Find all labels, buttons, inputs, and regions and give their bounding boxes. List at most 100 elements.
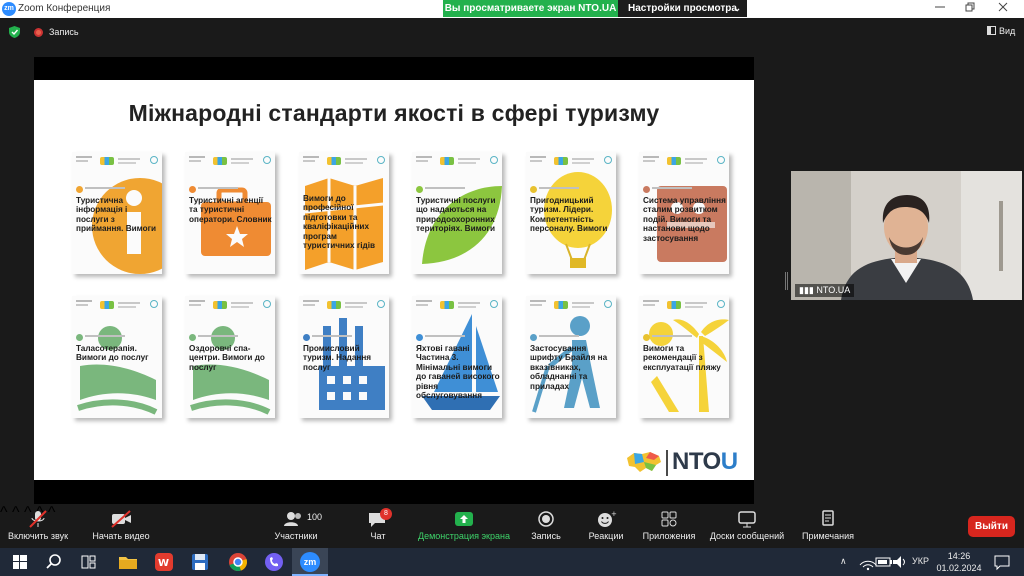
- participant-video[interactable]: ▮▮▮ NTO.UA: [791, 171, 1022, 300]
- svg-text:+: +: [611, 510, 617, 518]
- standard-card-text: Таласотерапія. Вимоги до послуг: [76, 344, 149, 363]
- viber-icon[interactable]: [262, 551, 286, 573]
- standard-card-text: Вимоги та рекомендації з експлуатації пл…: [643, 344, 721, 372]
- logo-text: NTO: [672, 448, 721, 475]
- nto-logo: NTOU: [626, 447, 741, 477]
- standard-card-text: Система управління сталим розвитком поді…: [643, 196, 726, 243]
- standard-card-text: Промисловий туризм. Надання послуг: [303, 344, 372, 372]
- recording-indicator-icon: [34, 28, 43, 37]
- view-options-label: Настройки просмотра: [628, 3, 737, 14]
- participants-count: 100: [307, 512, 323, 522]
- panel-resize-handle[interactable]: [785, 272, 788, 290]
- standard-card-2: Туристичні агенції та туристичні операто…: [185, 152, 275, 274]
- view-label: Вид: [999, 26, 1016, 36]
- restore-button[interactable]: [955, 0, 985, 18]
- reactions-smiley-icon: +: [598, 510, 617, 527]
- standard-card-12: Вимоги та рекомендації з експлуатації пл…: [639, 296, 729, 418]
- taskbar-clock[interactable]: 14:26 01.02.2024: [936, 550, 982, 574]
- standard-card-text: Туристичні послуги що надаються на приро…: [416, 196, 496, 234]
- shared-screen-slide: Міжнародні стандарти якості в сфері тури…: [34, 80, 754, 480]
- standard-card-3: Вимоги до професійної підготовки та квал…: [299, 152, 389, 274]
- video-off-icon: [111, 510, 131, 528]
- share-screen-icon: [455, 512, 473, 526]
- participant-video-feed: [791, 171, 1022, 300]
- minimize-icon: [935, 6, 945, 8]
- minimize-button[interactable]: [925, 0, 955, 18]
- microphone-muted-icon: [29, 510, 47, 528]
- chat-label: Чат: [370, 531, 386, 541]
- whiteboard-icon: [738, 511, 756, 528]
- standard-card-text: Вимоги до професійної підготовки та квал…: [303, 194, 376, 251]
- participants-button[interactable]: Участники: [268, 504, 324, 548]
- windows-start-icon[interactable]: [8, 551, 32, 573]
- windows-taskbar: W zm ∧ УКР 14:26 01.02.2024: [0, 548, 1024, 576]
- standard-card-9: Промисловий туризм. Надання послуг: [299, 296, 389, 418]
- share-screen-button[interactable]: Демонстрация экрана: [416, 504, 512, 548]
- standard-card-5: Пригодницький туризм. Лідери. Компетентн…: [526, 152, 616, 274]
- meeting-top-bar: Запись Вид: [0, 18, 1024, 46]
- leave-meeting-button[interactable]: Выйти: [968, 516, 1015, 537]
- view-options-button[interactable]: Настройки просмотра ⌄: [618, 0, 747, 17]
- meeting-toolbar: Включить звук ^ Начать видео ^ Участники…: [0, 504, 1024, 548]
- standard-card-text: Туристична інформація і послуги з прийма…: [76, 196, 157, 234]
- record-icon: [538, 511, 554, 527]
- view-grid-icon: [987, 26, 996, 35]
- clock-date: 01.02.2024: [936, 563, 982, 573]
- reactions-button[interactable]: + Реакции: [584, 504, 628, 548]
- start-video-label: Начать видео: [92, 531, 150, 541]
- zoom-taskbar-icon: zm: [300, 552, 320, 572]
- standard-card-7: Таласотерапія. Вимоги до послуг: [72, 296, 162, 418]
- file-explorer-icon[interactable]: [116, 551, 140, 573]
- standard-card-8: Оздоровчі спа-центри. Вимоги до послуг: [185, 296, 275, 418]
- share-banner: Вы просматриваете экран NTO.UA Настройки…: [443, 0, 747, 17]
- recording-label: Запись: [49, 27, 79, 37]
- view-button[interactable]: Вид: [987, 26, 1015, 36]
- zoom-logo-icon: zm: [2, 2, 16, 16]
- wps-office-icon[interactable]: W: [152, 551, 176, 573]
- apps-button[interactable]: Приложения: [640, 504, 698, 548]
- logo-wordmark: NTOU: [672, 448, 738, 476]
- clock-time: 14:26: [947, 551, 971, 561]
- chat-unread-badge: 8: [380, 508, 392, 520]
- chevron-down-icon: ⌄: [733, 3, 741, 13]
- volume-icon[interactable]: [888, 551, 912, 573]
- whiteboards-label: Доски сообщений: [709, 531, 785, 541]
- standard-card-4: Туристичні послуги що надаються на приро…: [412, 152, 502, 274]
- share-screen-label: Демонстрация экрана: [418, 531, 510, 541]
- zoom-taskbar-button[interactable]: zm: [292, 548, 328, 576]
- participants-icon: [284, 512, 301, 526]
- participants-label: Участники: [274, 531, 318, 541]
- close-button[interactable]: [988, 0, 1018, 18]
- logo-separator: [666, 450, 668, 476]
- start-video-button[interactable]: Начать видео: [86, 504, 156, 548]
- participant-name-tag: ▮▮▮ NTO.UA: [795, 284, 855, 297]
- logo-accent: U: [720, 448, 738, 475]
- save-disk-app-icon[interactable]: [188, 551, 212, 573]
- ukraine-map-icon: [627, 452, 661, 472]
- apps-icon: [661, 511, 677, 527]
- slide-title: Міжнародні стандарти якості в сфері тури…: [128, 100, 660, 126]
- participant-name: NTO.UA: [816, 285, 851, 295]
- unmute-button[interactable]: Включить звук: [4, 504, 72, 548]
- record-button[interactable]: Запись: [524, 504, 568, 548]
- standard-card-text: Яхтові гавані Частина 3. Мінімальні вимо…: [416, 344, 500, 401]
- standard-card-text: Оздоровчі спа-центри. Вимоги до послуг: [189, 344, 265, 372]
- tray-overflow-chevron-icon[interactable]: ∧: [840, 556, 847, 576]
- task-view-icon[interactable]: [76, 551, 100, 573]
- notes-button[interactable]: Примечания: [798, 504, 858, 548]
- notifications-icon[interactable]: [990, 551, 1014, 573]
- restore-icon: [965, 2, 975, 12]
- language-indicator[interactable]: УКР: [912, 556, 929, 576]
- security-shield-icon[interactable]: [9, 26, 20, 38]
- notes-label: Примечания: [802, 531, 854, 541]
- notes-icon: [822, 510, 834, 526]
- slide-letterbox-bottom: [34, 480, 754, 504]
- svg-text:W: W: [158, 558, 169, 569]
- record-label: Запись: [531, 531, 561, 541]
- standard-card-text: Застосування шрифту Брайля на вказівника…: [530, 344, 608, 391]
- search-icon[interactable]: [42, 551, 66, 573]
- chrome-icon[interactable]: [226, 551, 250, 573]
- whiteboards-button[interactable]: Доски сообщений: [708, 504, 786, 548]
- signal-bars-icon: ▮▮▮: [799, 285, 817, 295]
- meeting-stage: Міжнародні стандарти якості в сфері тури…: [0, 46, 1024, 504]
